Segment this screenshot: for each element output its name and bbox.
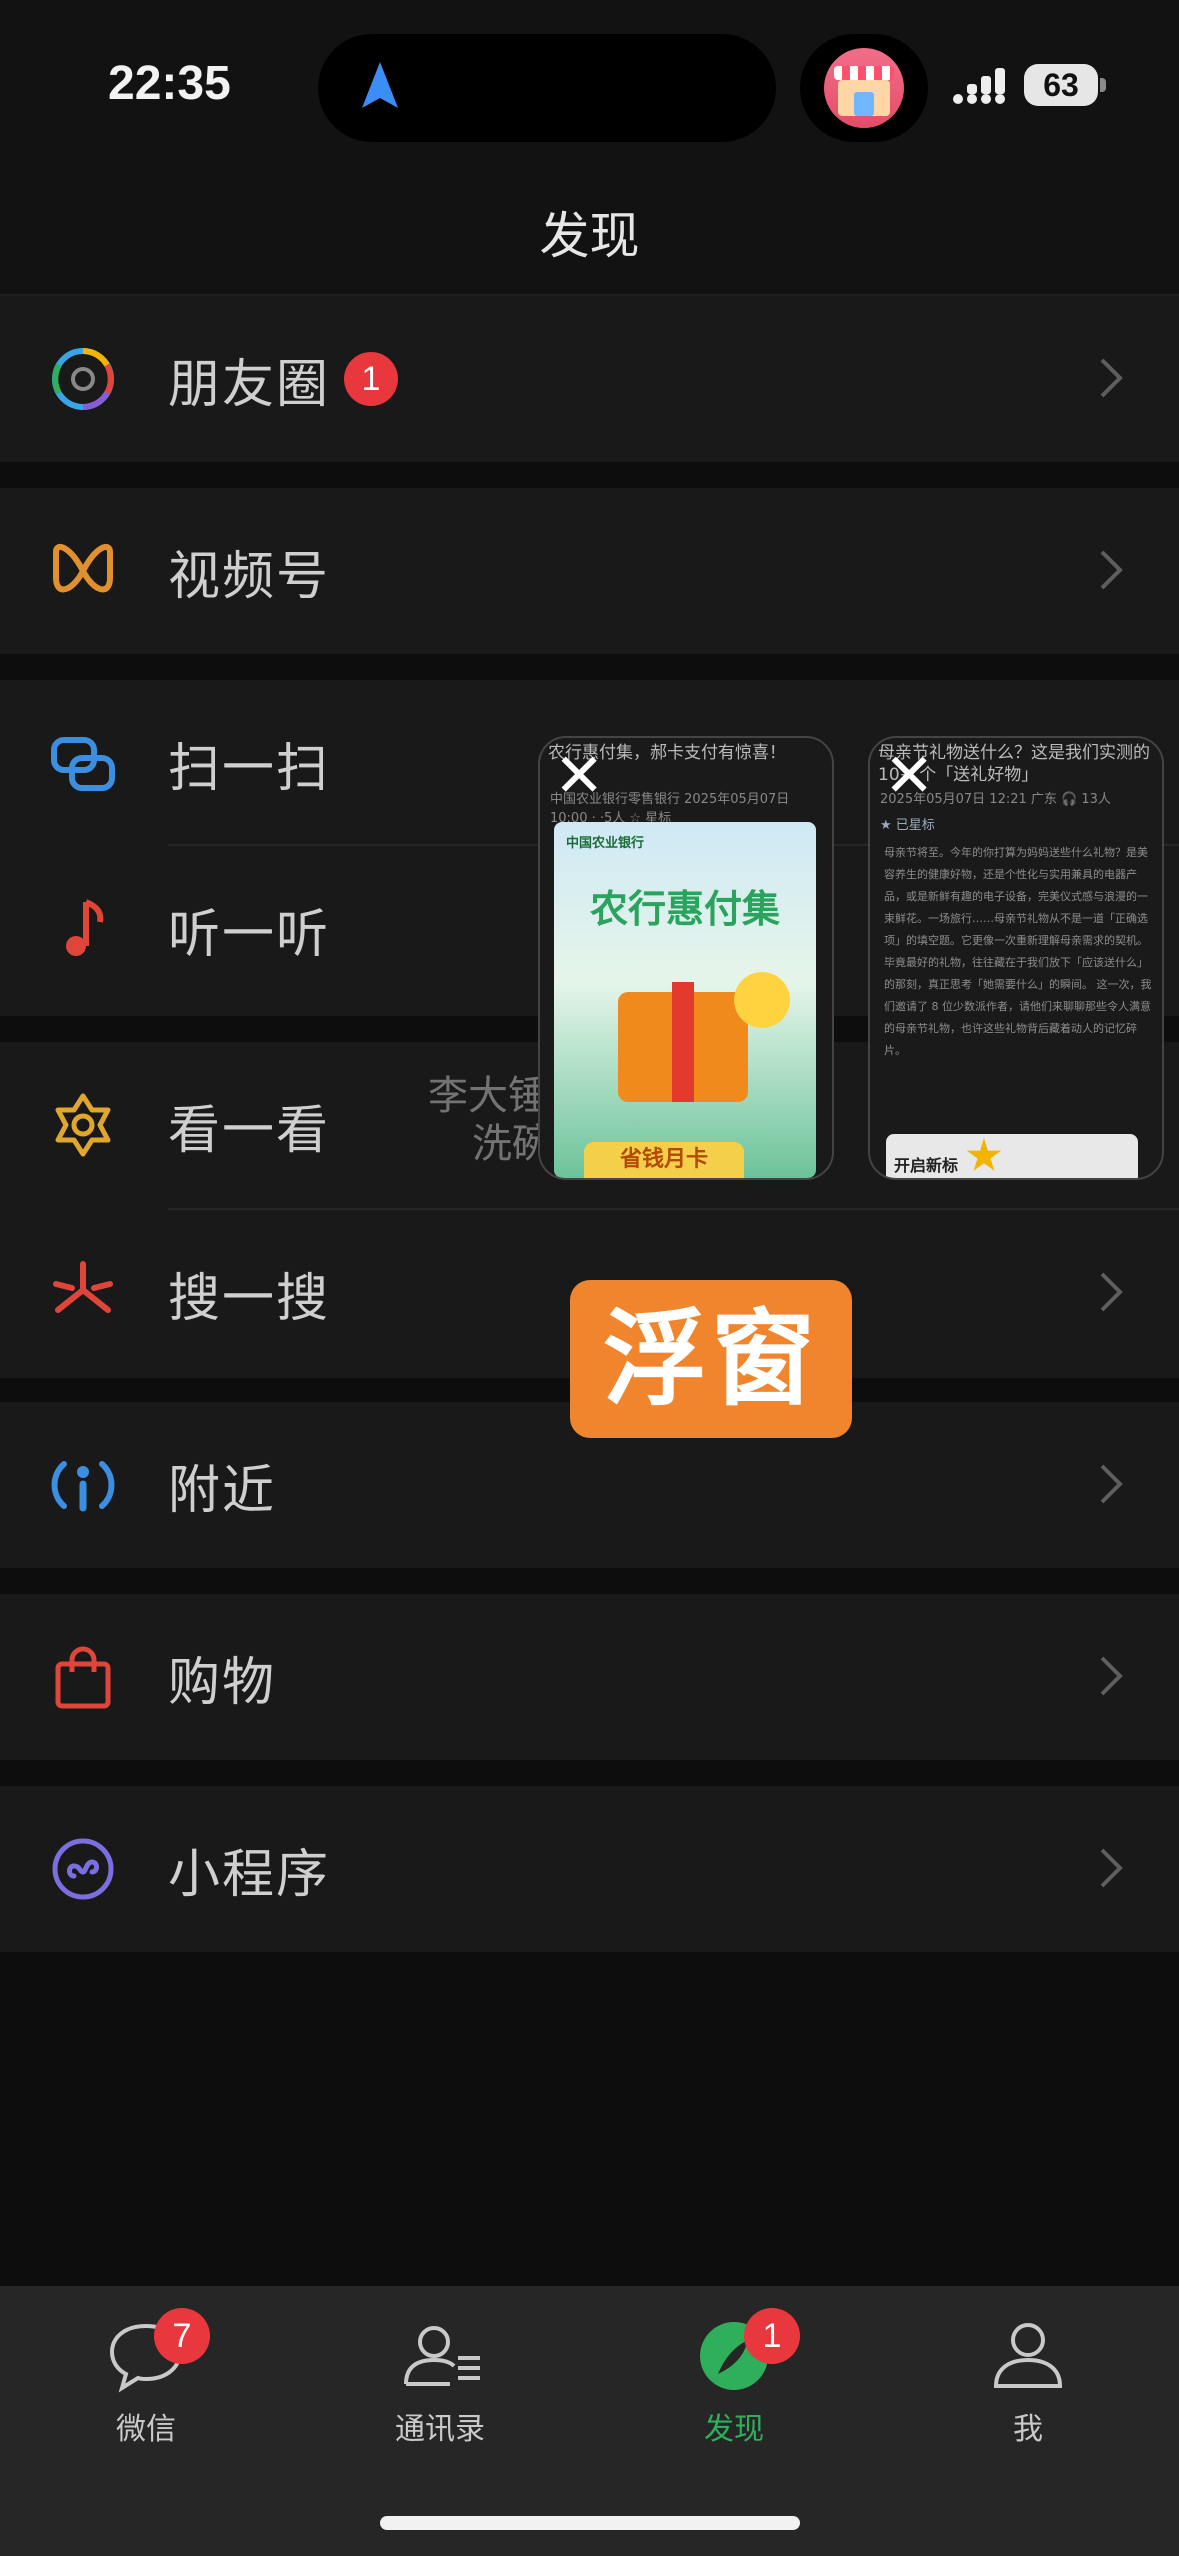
menu-label: 附近 [168, 1461, 277, 1521]
menu-label: 购物 [168, 1653, 277, 1713]
menu-section-mini-program: 小程序 [0, 1786, 1179, 1952]
article-image: 开启新标 [886, 1134, 1138, 1178]
battery-cap [1100, 78, 1106, 92]
bank-promo-poster: 中国农业银行 农行惠付集 省钱月卡 [554, 822, 816, 1178]
mini-program-icon [52, 1838, 114, 1900]
tab-label: 我 [1013, 2412, 1043, 2447]
chevron-right-icon [1100, 1848, 1123, 1888]
chevron-right-icon [1100, 358, 1123, 398]
channels-icon [53, 544, 113, 593]
menu-label: 小程序 [168, 1845, 331, 1905]
shopping-bag-icon [55, 1646, 111, 1709]
close-icon[interactable]: ✕ [884, 746, 934, 806]
nearby-location-icon [51, 1461, 115, 1512]
gift-ribbon [672, 982, 694, 1102]
chevron-right-icon [1100, 550, 1123, 590]
menu-item-channels[interactable]: 视频号 [0, 488, 1179, 654]
nav-bar: 发现 [0, 170, 1179, 296]
tab-me[interactable]: 我 [928, 2286, 1128, 2466]
status-bar: 22:35 63 [0, 0, 1179, 170]
store-app-icon [824, 48, 904, 128]
contacts-icon [404, 2326, 480, 2386]
menu-label: 朋友圈 [168, 355, 331, 415]
music-note-icon [66, 899, 104, 956]
page-title: 发现 [539, 207, 640, 265]
search-spark-icon [53, 1261, 113, 1313]
menu-label: 扫一扫 [168, 739, 331, 799]
tab-label: 发现 [704, 2412, 764, 2447]
chats-badge: 7 [154, 2308, 210, 2364]
scan-icon [51, 737, 115, 791]
moments-badge: 1 [344, 352, 398, 406]
chevron-right-icon [1100, 1464, 1123, 1504]
cellular-signal-icon [953, 68, 1005, 104]
star-icon [966, 1138, 1002, 1171]
poster-title: 农行惠付集 [589, 887, 780, 931]
floating-window-label: 浮窗 [570, 1280, 852, 1438]
clock: 22:35 [108, 57, 231, 110]
floating-window-bank-article[interactable]: 农行惠付集，郝卡支付有惊喜！ 中国农业银行零售银行 2025年05月07日 10… [538, 736, 834, 1180]
menu-item-moments[interactable]: 朋友圈 1 [0, 296, 1179, 462]
poster-footer: 省钱月卡 [584, 1142, 744, 1178]
live-activity-app[interactable] [800, 34, 928, 142]
tab-chats[interactable]: 7 微信 [46, 2286, 246, 2466]
background-ghost-text: 李大锤 洗碗 [428, 1073, 552, 1167]
menu-label: 搜一搜 [168, 1269, 331, 1329]
article-body: 母亲节将至。今年的你打算为妈妈送些什么礼物？是美容养生的健康好物，还是个性化与实… [884, 846, 1152, 1057]
menu-label: 看一看 [168, 1101, 331, 1161]
discover-badge: 1 [744, 2308, 800, 2364]
battery-level: 63 [1024, 64, 1098, 106]
menu-section-moments: 朋友圈 1 [0, 296, 1179, 462]
chevron-right-icon [1100, 1272, 1123, 1312]
gold-coin-image [734, 972, 790, 1028]
poster-bank-name: 中国农业银行 [566, 836, 645, 851]
me-person-icon [993, 2323, 1063, 2388]
dynamic-island[interactable] [318, 34, 776, 142]
menu-label: 听一听 [168, 905, 331, 965]
menu-item-mini-program[interactable]: 小程序 [0, 1786, 1179, 1952]
tab-label: 微信 [116, 2412, 176, 2447]
article-image-caption: 开启新标 [894, 1156, 959, 1175]
home-indicator[interactable] [380, 2516, 800, 2530]
chevron-right-icon [1100, 1656, 1123, 1696]
moments-aperture-icon [52, 348, 114, 410]
menu-section-shopping: 购物 [0, 1594, 1179, 1760]
floating-window-gift-article[interactable]: 母亲节礼物送什么？这是我们实测的 10+ 个「送礼好物」 2025年05月07日… [868, 736, 1164, 1180]
starred-label: ★ 已星标 [880, 818, 935, 833]
menu-label: 视频号 [168, 547, 331, 607]
menu-item-shopping[interactable]: 购物 [0, 1594, 1179, 1760]
tab-contacts[interactable]: 通讯录 [340, 2286, 540, 2466]
tab-discover[interactable]: 1 发现 [634, 2286, 834, 2466]
menu-section-channels: 视频号 [0, 488, 1179, 654]
navigation-arrow-icon [362, 62, 398, 108]
top-stories-icon [55, 1093, 111, 1157]
close-icon[interactable]: ✕ [554, 746, 604, 806]
tab-label: 通讯录 [395, 2412, 485, 2447]
